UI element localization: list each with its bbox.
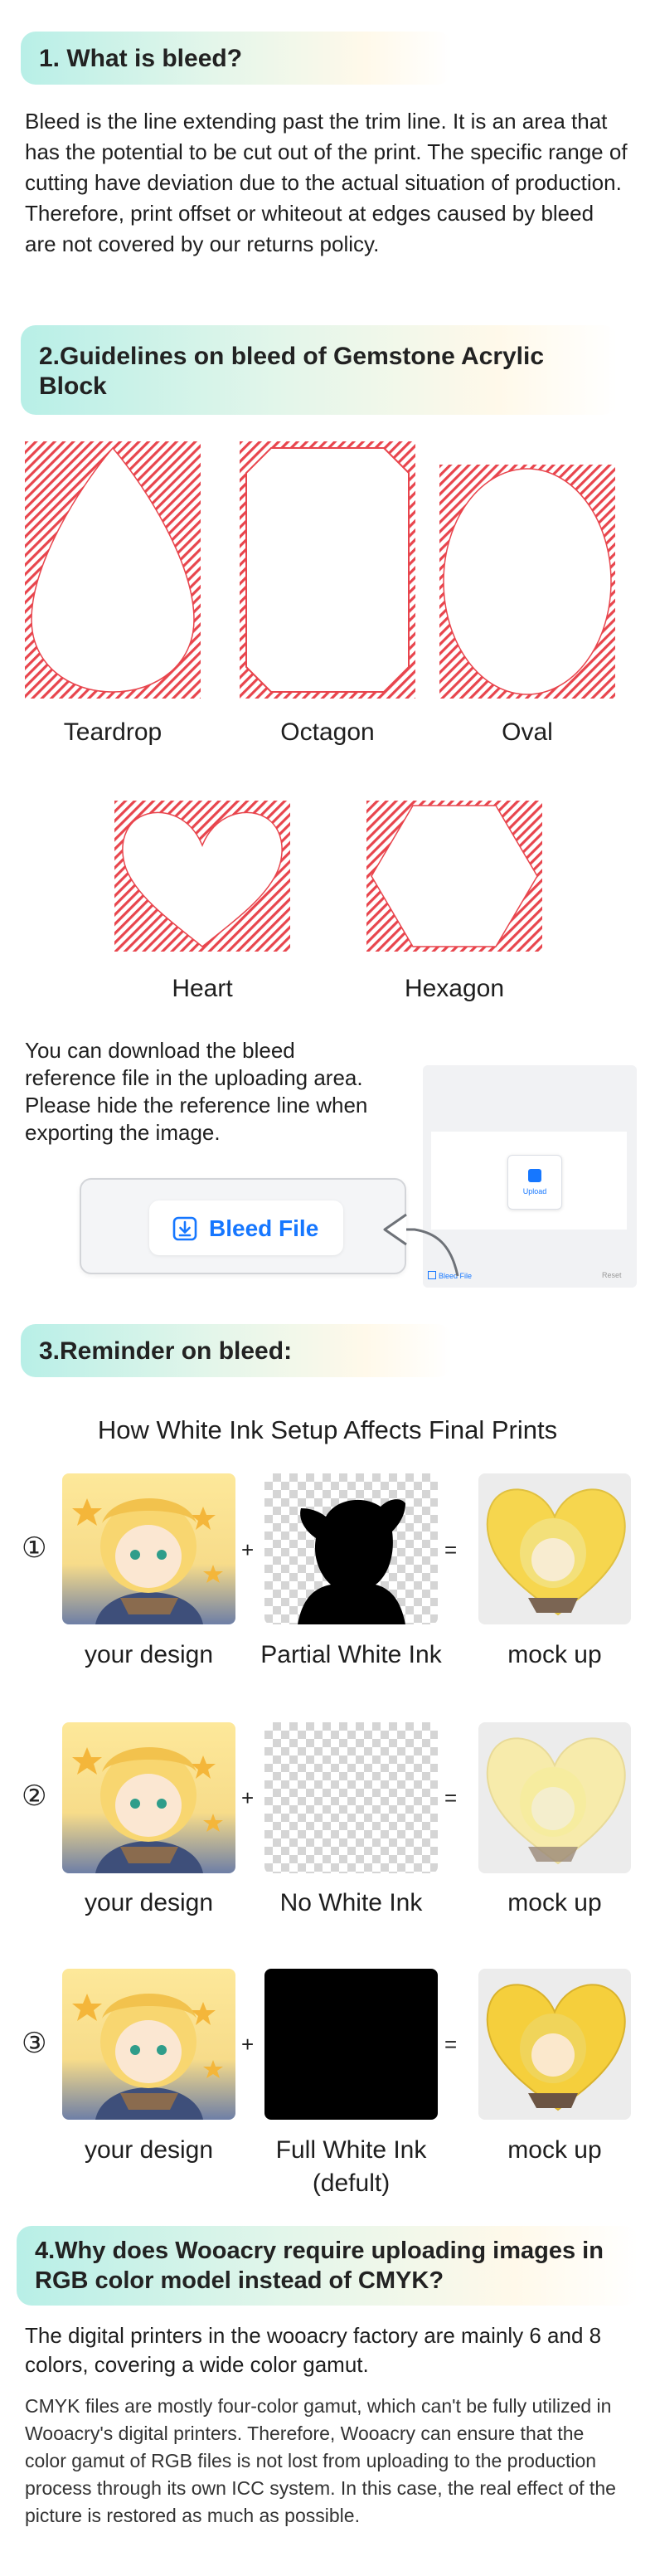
white-ink-silhouette <box>298 1499 405 1624</box>
ink-label: Partial White Ink <box>260 1641 442 1668</box>
mockup-image <box>478 1473 631 1624</box>
octagon-bleed-diagram <box>240 441 415 699</box>
row-number: ③ <box>22 2028 47 2059</box>
mockup-label: mock up <box>507 2136 602 2164</box>
section3-title: 3.Reminder on bleed: <box>39 1337 293 1365</box>
mini-reset-label: Reset <box>602 1271 622 1279</box>
mockup-heart-acrylic <box>486 1488 626 1616</box>
design-artwork <box>62 1969 235 2120</box>
design-label: your design <box>84 1641 214 1668</box>
shape-label-oval: Oval <box>502 718 553 746</box>
upload-button-label: Upload <box>522 1187 547 1195</box>
row-number: ② <box>22 1780 47 1812</box>
design-artwork-image <box>62 1969 235 2120</box>
shape-label-hexagon: Hexagon <box>404 975 505 1002</box>
download-icon <box>172 1216 197 1241</box>
partial-white-ink-layer <box>264 1473 438 1624</box>
design-artwork-image <box>62 1473 235 1624</box>
ink-label-note: (defult) <box>312 2169 391 2197</box>
white-ink-subtitle: How White Ink Setup Affects Final Prints <box>97 1415 558 1444</box>
ink-label: No White Ink <box>279 1889 423 1916</box>
mockup-image <box>478 1969 631 2120</box>
full-white-ink-layer <box>264 1969 438 2120</box>
section1-heading: 1. What is bleed? <box>21 32 452 85</box>
design-artwork-image <box>62 1722 235 1873</box>
section4-title: 4.Why does Wooacry require uploading ima… <box>35 2238 604 2294</box>
mockup-heart-acrylic <box>486 1737 626 1865</box>
shape-label-heart: Heart <box>172 975 233 1002</box>
mockup-heart-acrylic <box>486 1984 626 2111</box>
section1-title: 1. What is bleed? <box>39 45 243 72</box>
section2-heading: 2.Guidelines on bleed of Gemstone Acryli… <box>21 325 618 415</box>
design-artwork <box>62 1722 235 1873</box>
section4-heading: 4.Why does Wooacry require uploading ima… <box>17 2226 638 2306</box>
no-white-ink-layer <box>264 1722 438 1873</box>
mockup-label: mock up <box>507 1889 602 1916</box>
equals-sign: = <box>444 2032 458 2057</box>
shape-label-teardrop: Teardrop <box>63 718 163 746</box>
plus-sign: + <box>241 1785 255 1810</box>
curved-arrow-icon <box>383 1213 459 1277</box>
plus-sign: + <box>241 2032 255 2057</box>
mini-reset-button[interactable]: Reset <box>602 1271 622 1279</box>
section4-body1: The digital printers in the wooacry fact… <box>25 2323 602 2377</box>
mockup-label: mock up <box>507 1641 602 1668</box>
heart-bleed-diagram <box>114 801 290 952</box>
section3-heading: 3.Reminder on bleed: <box>21 1324 452 1377</box>
design-label: your design <box>84 1889 214 1916</box>
upload-icon <box>528 1169 541 1182</box>
section1-body: Bleed is the line extending past the tri… <box>25 109 628 256</box>
plus-sign: + <box>241 1537 255 1562</box>
bleed-file-label: Bleed File <box>209 1215 319 1241</box>
mockup-image <box>478 1722 631 1873</box>
design-label: your design <box>84 2136 214 2164</box>
bleed-file-button[interactable]: Bleed File <box>149 1200 343 1255</box>
download-instructions: You can download the bleed reference fil… <box>25 1038 368 1145</box>
section2-title: 2.Guidelines on bleed of Gemstone Acryli… <box>39 343 545 400</box>
hexagon-bleed-diagram <box>366 801 542 952</box>
equals-sign: = <box>444 1785 458 1810</box>
ink-label: Full White Ink <box>275 2136 427 2164</box>
equals-sign: = <box>444 1537 458 1562</box>
shape-label-octagon: Octagon <box>280 718 375 746</box>
row-number: ① <box>22 1532 47 1564</box>
teardrop-bleed-diagram <box>25 441 201 699</box>
upload-button[interactable]: Upload <box>507 1155 562 1210</box>
design-artwork <box>62 1473 235 1624</box>
oval-bleed-diagram <box>439 465 615 699</box>
section4-body2: CMYK files are mostly four-color gamut, … <box>25 2395 616 2526</box>
